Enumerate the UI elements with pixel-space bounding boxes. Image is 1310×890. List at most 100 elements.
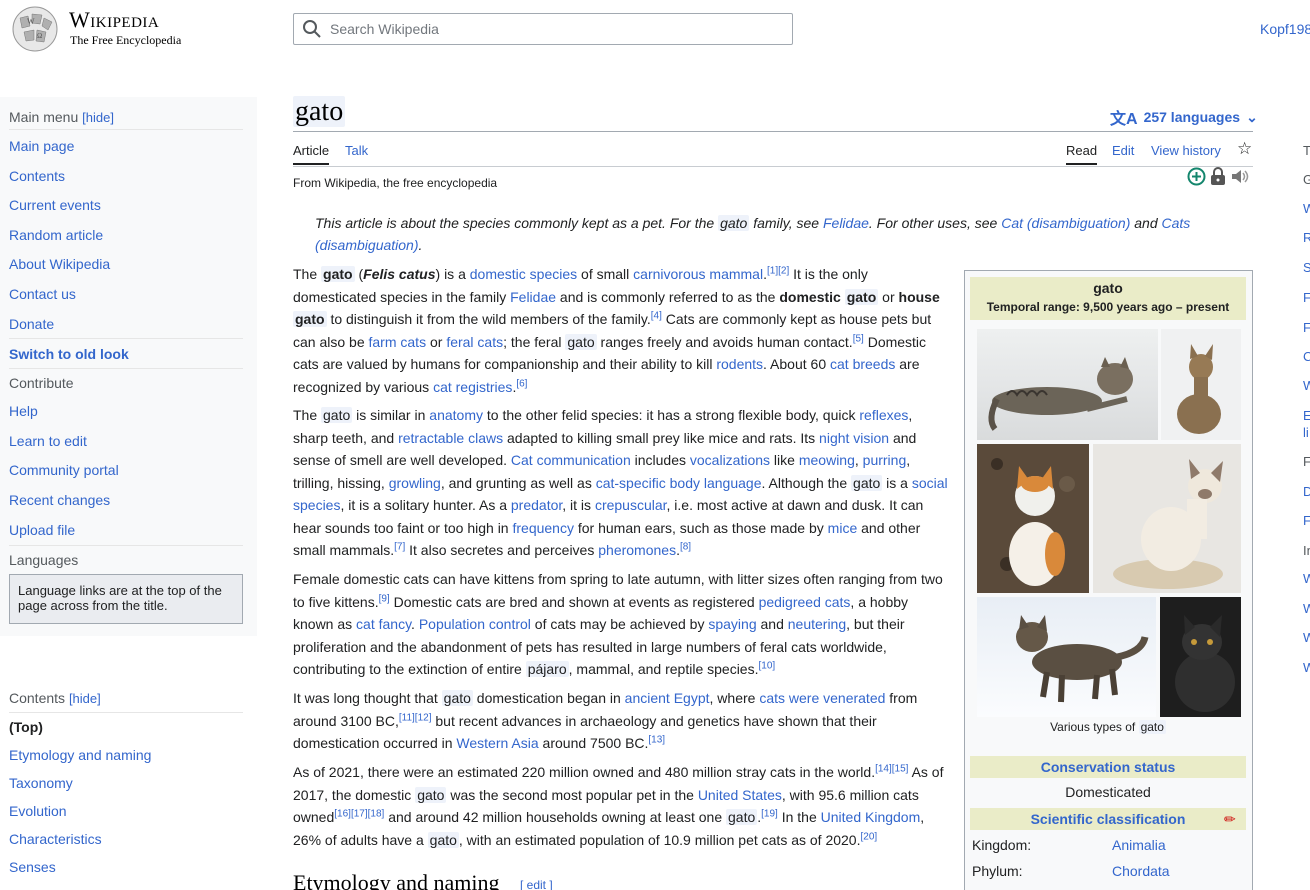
tools-fragment: In [1303,543,1310,558]
scientific-classification-label[interactable]: Scientific classification [1031,811,1186,827]
search-icon [303,20,321,38]
switch-old-look-link[interactable]: Switch to old look [9,346,129,362]
cat-image-siamese[interactable] [1093,444,1241,593]
cat-image-abyssinian[interactable] [1161,329,1241,440]
hatnote: This article is about the species common… [315,212,1205,256]
tools-link-fragment[interactable]: F [1303,320,1310,335]
conservation-status-header[interactable]: Conservation status [970,756,1246,778]
wikipedia-tagline: The Free Encyclopedia [70,33,182,47]
paragraph-4: It was long thought that gato domesticat… [293,690,918,751]
caption-text: Various types of [1050,720,1136,734]
sidebar-item-random-article[interactable]: Random article [9,227,103,243]
toc-item-top[interactable]: (Top) [9,719,43,735]
sidebar-item-donate[interactable]: Donate [9,316,54,332]
divider [9,338,243,339]
paragraph-2: The gato is similar in anatomy to the ot… [293,407,948,558]
hatnote-text: This article is about the species common… [315,215,715,231]
tools-fragment: G [1303,172,1310,187]
page-indicators [1187,167,1250,186]
toc-item-taxonomy[interactable]: Taxonomy [9,775,73,791]
tab-article[interactable]: Article [293,143,330,165]
sidebar-item-current-events[interactable]: Current events [9,197,101,213]
pencil-edit-icon[interactable]: ✏ [1224,811,1236,828]
tab-edit[interactable]: Edit [1112,143,1134,158]
divider [9,712,243,713]
sidebar-item-contact[interactable]: Contact us [9,286,76,302]
toc-item-evolution[interactable]: Evolution [9,803,67,819]
main-menu-label: Main menu [9,109,79,125]
toc-item-etymology[interactable]: Etymology and naming [9,747,151,763]
green-plus-icon[interactable] [1187,167,1206,186]
toc-heading: Contents [hide] [9,690,101,706]
sidebar-item-learn-to-edit[interactable]: Learn to edit [9,433,87,449]
toc-label: Contents [9,690,66,706]
sidebar-item-community-portal[interactable]: Community portal [9,462,119,478]
cat-image-orange-white[interactable] [977,444,1089,593]
divider [9,129,243,130]
tools-link-fragment[interactable]: W [1303,571,1310,586]
toc-item-senses[interactable]: Senses [9,859,56,875]
tools-link-fragment[interactable]: E [1303,408,1310,423]
infobox-title: gato [1093,280,1123,296]
tabs-underline [293,166,1253,167]
kingdom-label: Kingdom: [972,837,1032,853]
phylum-value[interactable]: Chordata [1112,863,1170,879]
tools-link-fragment[interactable]: W [1303,660,1310,675]
from-wikipedia: From Wikipedia, the free encyclopedia [293,176,498,190]
languages-note-box: Language links are at the top of the pag… [9,574,243,624]
user-link[interactable]: Kopf198 [1260,21,1310,37]
title-underline [293,131,1253,132]
toc-item-characteristics[interactable]: Characteristics [9,831,102,847]
divider [9,545,243,546]
kingdom-value[interactable]: Animalia [1112,837,1166,853]
caption-gato: gato [1138,720,1166,734]
sidebar-item-help[interactable]: Help [9,403,38,419]
tools-link-fragment[interactable]: D [1303,484,1310,499]
sidebar-item-main-page[interactable]: Main page [9,138,74,154]
section-edit-link[interactable]: [ edit ] [520,878,553,890]
tab-read[interactable]: Read [1066,143,1098,165]
tools-link-fragment[interactable]: F [1303,290,1310,305]
sidebar-item-contents[interactable]: Contents [9,168,65,184]
tab-view-history[interactable]: View history [1151,143,1221,158]
hatnote-gato: gato [718,215,750,231]
sidebar-item-about[interactable]: About Wikipedia [9,256,110,272]
tab-talk[interactable]: Talk [345,143,368,158]
contribute-heading: Contribute [9,375,74,391]
cat-image-snow-tabby[interactable] [977,597,1156,717]
tools-link-fragment[interactable]: R [1303,230,1310,245]
section-heading-etymology: Etymology and naming [293,870,500,890]
infobox-caption: Various types of gato [970,720,1246,734]
cat-image-black-gray[interactable] [1160,597,1241,717]
languages-button[interactable]: 文A 257 languages ⌄ [1110,105,1258,129]
tools-link-fragment[interactable]: C [1303,349,1310,364]
toc-hide-link[interactable]: [hide] [69,691,101,706]
wikipedia-globe-logo[interactable]: W Ω [10,6,60,52]
paragraph-1: The gato (Felis catus) is a domestic spe… [293,265,940,395]
felidae-link[interactable]: Felidae [823,215,869,231]
scientific-classification-header: Scientific classification [970,808,1246,830]
main-menu-hide-link[interactable]: [hide] [82,110,114,125]
lock-icon[interactable] [1210,167,1226,186]
cat-image-lying-tabby[interactable] [977,329,1158,440]
svg-text:W: W [27,17,35,26]
main-menu-heading: Main menu [hide] [9,109,114,125]
search-input[interactable]: Search Wikipedia [293,13,793,45]
wikipedia-wordmark[interactable]: Wikipedia [69,9,159,31]
cat-disambiguation-link[interactable]: Cat (disambiguation) [1001,215,1130,231]
translate-icon: 文A [1110,111,1138,128]
tools-link-fragment[interactable]: F [1303,513,1310,528]
phylum-label: Phylum: [972,863,1023,879]
tools-link-fragment[interactable]: li [1303,425,1309,440]
speaker-icon[interactable] [1230,167,1250,186]
tools-link-fragment[interactable]: S [1303,260,1310,275]
tools-fragment: T [1303,143,1310,158]
sidebar-item-recent-changes[interactable]: Recent changes [9,492,110,508]
tools-link-fragment[interactable]: W [1303,601,1310,616]
star-icon[interactable]: ☆ [1237,139,1252,159]
sidebar-item-upload-file[interactable]: Upload file [9,522,75,538]
languages-heading: Languages [9,552,79,568]
tools-link-fragment[interactable]: W [1303,630,1310,645]
tools-link-fragment[interactable]: W [1303,378,1310,393]
tools-link-fragment[interactable]: W [1303,201,1310,216]
